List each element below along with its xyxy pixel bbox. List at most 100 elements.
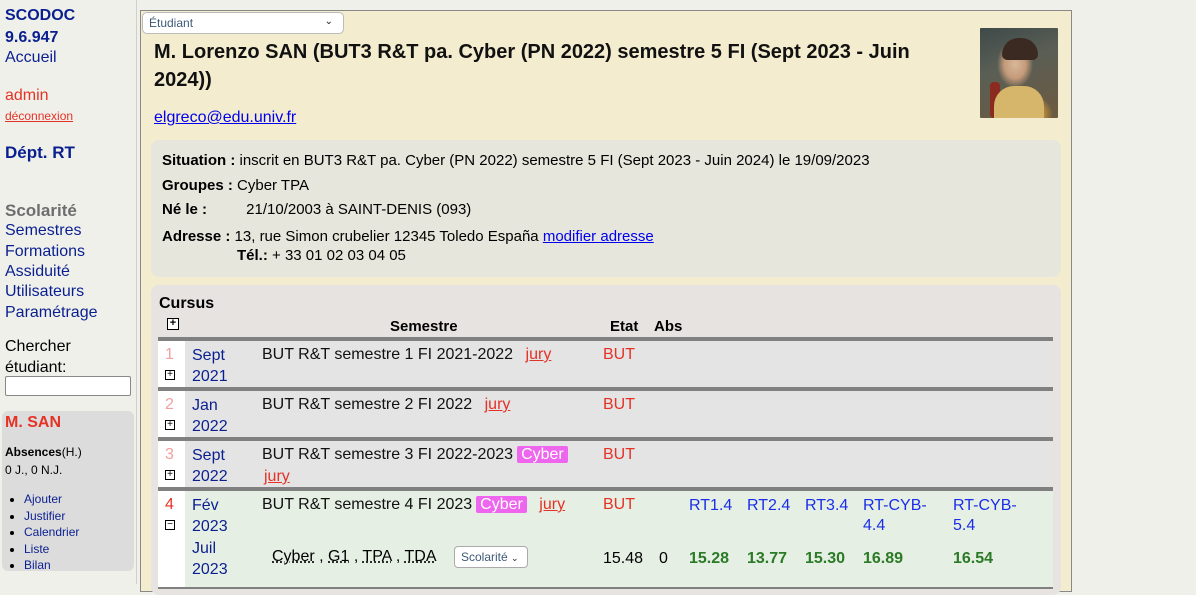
semester-start-month[interactable]: Sept — [192, 346, 225, 366]
student-short-name[interactable]: M. SAN — [5, 414, 61, 432]
semester-number: 2 — [165, 396, 174, 413]
sidebar: SCODOC 9.6.947 Accueil admin déconnexion… — [0, 0, 137, 584]
app-version: 9.6.947 — [5, 29, 59, 46]
view-select[interactable]: Étudiant ⌄ — [142, 12, 344, 34]
nav-formations[interactable]: Formations — [5, 242, 85, 262]
absence-add-link[interactable]: Ajouter — [24, 492, 62, 506]
situation-label: Situation : — [162, 152, 236, 169]
semester-start-month[interactable]: Sept — [192, 446, 225, 466]
semester-row-current: 4 − Fév 2023 Juil 2023 BUT R&T semestre … — [158, 487, 1053, 589]
semester-row: 3 + Sept 2022 BUT R&T semestre 3 FI 2022… — [158, 437, 1053, 487]
absence-justify-link[interactable]: Justifier — [24, 509, 65, 523]
semester-state: BUT — [603, 346, 635, 363]
birth-row: Né le : 21/10/2003 à SAINT-DENIS (093) — [162, 201, 471, 218]
student-email-link[interactable]: elgreco@edu.univ.fr — [154, 109, 296, 127]
header-etat: Etat — [610, 318, 639, 335]
nav-assiduite[interactable]: Assiduité — [5, 262, 70, 282]
user-name: admin — [5, 87, 49, 104]
student-sidebar-box: M. SAN Absences(H.) 0 J., 0 N.J. Ajouter… — [2, 411, 134, 574]
semester-name[interactable]: BUT R&T semestre 3 FI 2022-2023 — [262, 446, 513, 463]
semester-number: 3 — [165, 446, 174, 463]
ue-header[interactable]: RT-CYB-5.4 — [953, 496, 1023, 536]
scolarite-menu-button[interactable]: Scolarité ⌄ — [454, 546, 528, 568]
ue-header[interactable]: RT-CYB-4.4 — [863, 496, 933, 536]
semester-title: BUT R&T semestre 3 FI 2022-2023 Cyber — [262, 446, 568, 464]
semester-start-month[interactable]: Jan — [192, 396, 218, 416]
jury-link[interactable]: jury — [526, 346, 552, 363]
birth-label: Né le : — [162, 201, 208, 218]
search-student-input[interactable] — [5, 376, 131, 396]
absences-unit: (H.) — [61, 445, 82, 459]
semester-start-year[interactable]: 2022 — [192, 467, 228, 487]
semester-title: BUT R&T semestre 2 FI 2022 jury — [262, 396, 510, 414]
home-link[interactable]: Accueil — [5, 48, 57, 68]
situation-value: inscrit en BUT3 R&T pa. Cyber (PN 2022) … — [239, 152, 870, 169]
ue-grade: 15.28 — [689, 550, 730, 567]
absence-calendar-link[interactable]: Calendrier — [24, 525, 79, 539]
groups-list: Cyber , G1 , TPA , TDA — [272, 548, 437, 565]
chevron-down-icon: ⌄ — [511, 553, 519, 563]
parcours-tag: Cyber — [476, 496, 527, 513]
semester-name[interactable]: BUT R&T semestre 2 FI 2022 — [262, 396, 472, 413]
semester-absences: 0 — [659, 550, 668, 567]
birth-value: 21/10/2003 à SAINT-DENIS (093) — [246, 201, 472, 218]
absence-action-item: Liste — [24, 541, 79, 558]
group-link[interactable]: G1 — [328, 548, 349, 565]
situation-row: Situation : inscrit en BUT3 R&T pa. Cybe… — [162, 152, 870, 169]
ue-header[interactable]: RT2.4 — [747, 496, 790, 516]
group-link[interactable]: TPA — [362, 548, 391, 565]
ue-grade: 13.77 — [747, 550, 788, 567]
jury-link[interactable]: jury — [264, 468, 290, 486]
semester-number: 1 — [165, 346, 174, 363]
parcours-tag: Cyber — [517, 446, 568, 463]
jury-link[interactable]: jury — [539, 496, 565, 513]
expand-icon[interactable]: + — [165, 470, 175, 480]
cursus-title: Cursus — [159, 295, 215, 312]
ue-grade: 16.89 — [863, 550, 904, 567]
collapse-icon[interactable]: − — [165, 520, 175, 530]
nav-parametrage[interactable]: Paramétrage — [5, 303, 98, 323]
phone-row: Tél.: + 33 01 02 03 04 05 — [237, 247, 406, 264]
absences-title: Absences(H.) — [5, 445, 82, 459]
groupes-row: Groupes : Cyber TPA — [162, 177, 309, 194]
address-label: Adresse : — [162, 228, 231, 245]
semester-start-month[interactable]: Fév — [192, 496, 219, 516]
semester-state: BUT — [603, 496, 635, 513]
semester-start-year[interactable]: 2021 — [192, 367, 228, 387]
phone-label: Tél.: — [237, 247, 268, 264]
absence-report-link[interactable]: Bilan — [24, 558, 51, 572]
nav-utilisateurs[interactable]: Utilisateurs — [5, 282, 84, 302]
search-student-label: Chercher étudiant: — [5, 338, 71, 376]
semester-end-year[interactable]: 2023 — [192, 560, 228, 580]
expand-icon[interactable]: + — [165, 420, 175, 430]
student-info-box: Situation : inscrit en BUT3 R&T pa. Cybe… — [151, 140, 1061, 277]
semester-name[interactable]: BUT R&T semestre 4 FI 2023 — [262, 496, 472, 513]
absences-actions: Ajouter Justifier Calendrier Liste Bilan — [10, 491, 79, 574]
nav-semestres[interactable]: Semestres — [5, 221, 81, 241]
ue-header[interactable]: RT1.4 — [689, 496, 732, 516]
scolarite-menu-label: Scolarité — [461, 550, 508, 564]
ue-grade: 15.30 — [805, 550, 846, 567]
group-link[interactable]: Cyber — [272, 548, 315, 565]
scolarite-heading: Scolarité — [5, 201, 77, 220]
expand-icon[interactable]: + — [165, 370, 175, 380]
semester-row: 2 + Jan 2022 BUT R&T semestre 2 FI 2022 … — [158, 387, 1053, 437]
view-select-value: Étudiant — [149, 16, 194, 30]
logout-link[interactable]: déconnexion — [5, 109, 73, 123]
group-link[interactable]: TDA — [405, 548, 437, 565]
jury-link[interactable]: jury — [485, 396, 511, 413]
semester-name[interactable]: BUT R&T semestre 1 FI 2021-2022 — [262, 346, 513, 363]
groupes-label: Groupes : — [162, 177, 233, 194]
ue-header[interactable]: RT3.4 — [805, 496, 848, 516]
department-link[interactable]: Dépt. RT — [5, 143, 75, 163]
expand-all-icon[interactable]: + — [167, 318, 179, 330]
semester-average: 15.48 — [603, 550, 644, 567]
absence-list-link[interactable]: Liste — [24, 542, 49, 556]
edit-address-link[interactable]: modifier adresse — [543, 228, 654, 245]
semester-state: BUT — [603, 446, 635, 463]
semester-end-month[interactable]: Juil — [192, 539, 216, 559]
semester-start-year[interactable]: 2023 — [192, 517, 228, 537]
semester-start-year[interactable]: 2022 — [192, 417, 228, 437]
student-photo — [980, 28, 1058, 118]
header-semestre: Semestre — [390, 318, 458, 335]
